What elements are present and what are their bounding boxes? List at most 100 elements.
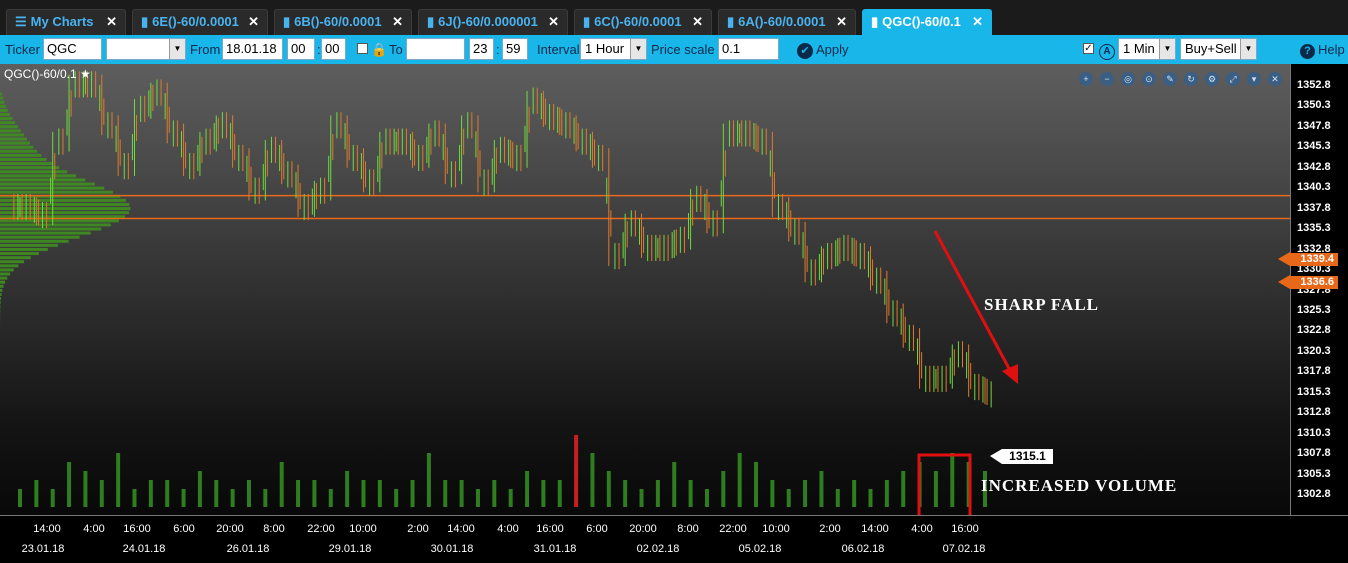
- volume-profile-bar: [0, 109, 8, 112]
- volume-profile-bar: [0, 273, 10, 276]
- volume-profile-bar: [0, 166, 59, 169]
- annotation-sharp-fall: SHARP FALL: [984, 295, 1099, 315]
- help-button[interactable]: ?Help: [1300, 35, 1345, 64]
- price-chart[interactable]: [0, 64, 1290, 515]
- options-checkbox[interactable]: ✓: [1083, 43, 1094, 54]
- y-tick-label: 1307.8: [1297, 447, 1331, 459]
- close-icon[interactable]: ✕: [392, 10, 403, 34]
- volume-bar: [100, 480, 104, 507]
- tab-6a[interactable]: ▮6A()-60/0.0001 ✕: [718, 9, 856, 35]
- volume-bar: [214, 480, 218, 507]
- apply-button[interactable]: ✔Apply: [797, 35, 849, 64]
- price-scale-input[interactable]: 0.1: [718, 38, 779, 60]
- zoom-in-icon[interactable]: +: [1079, 72, 1093, 86]
- draw-icon[interactable]: ✎: [1163, 72, 1177, 86]
- ticker-input[interactable]: QGC: [43, 38, 102, 60]
- volume-profile-bar: [0, 162, 52, 165]
- zoom-reset-icon[interactable]: ⊙: [1142, 72, 1156, 86]
- volume-bar: [852, 480, 856, 507]
- help-label: Help: [1318, 42, 1345, 57]
- x-date-label: 29.01.18: [329, 543, 372, 555]
- y-tick-label: 1325.3: [1297, 304, 1331, 316]
- volume-bar: [247, 480, 251, 507]
- chevron-down-icon: ▼: [630, 39, 646, 59]
- volume-profile-bar: [0, 223, 111, 226]
- close-icon[interactable]: ✕: [972, 10, 983, 34]
- y-tick-label: 1337.8: [1297, 202, 1331, 214]
- side-value: Buy+Sell: [1185, 41, 1237, 56]
- tab-6e[interactable]: ▮6E()-60/0.0001 ✕: [132, 9, 268, 35]
- from-date-input[interactable]: 18.01.18: [222, 38, 283, 60]
- x-tick-label: 10:00: [349, 523, 377, 535]
- volume-bar: [836, 489, 840, 507]
- volume-profile-bar: [0, 101, 4, 104]
- volume-profile-bar: [0, 133, 24, 136]
- ticker-select[interactable]: ▼: [106, 38, 186, 60]
- volume-profile-bar: [0, 281, 5, 284]
- close-icon[interactable]: ✕: [106, 10, 117, 34]
- timeframe-select[interactable]: 1 Min▼: [1118, 38, 1176, 60]
- lock-checkbox[interactable]: [357, 43, 368, 54]
- volume-bar: [721, 471, 725, 507]
- x-date-label: 31.01.18: [534, 543, 577, 555]
- chart-icon: ▮: [583, 10, 590, 34]
- settings-icon[interactable]: ⚙: [1205, 72, 1219, 86]
- ticker-label: Ticker: [5, 35, 40, 64]
- chevron-down-icon: ▼: [1240, 39, 1256, 59]
- volume-profile-bar: [0, 199, 126, 202]
- star-icon[interactable]: ★: [80, 67, 91, 81]
- auto-icon[interactable]: A: [1099, 35, 1115, 64]
- refresh-icon[interactable]: ↻: [1184, 72, 1198, 86]
- minimize-icon[interactable]: ▾: [1247, 72, 1261, 86]
- tab-qgc[interactable]: ▮QGC()-60/0.1 ✕: [862, 9, 992, 35]
- close-icon[interactable]: ✕: [692, 10, 703, 34]
- volume-bar: [394, 489, 398, 507]
- tab-6b[interactable]: ▮6B()-60/0.0001 ✕: [274, 9, 412, 35]
- close-icon[interactable]: ✕: [548, 10, 559, 34]
- close-icon[interactable]: ✕: [836, 10, 847, 34]
- tab-label: 6J()-60/0.000001: [438, 14, 538, 29]
- expand-icon[interactable]: ⤢: [1226, 72, 1240, 86]
- volume-bar: [312, 480, 316, 507]
- volume-bar: [182, 489, 186, 507]
- tab-6c[interactable]: ▮6C()-60/0.0001 ✕: [574, 9, 712, 35]
- interval-label: Interval: [537, 35, 580, 64]
- chart-area[interactable]: QGC()-60/0.1 ★ +−◎⊙✎↻⚙⤢▾✕ SHARP FALL INC…: [0, 64, 1290, 515]
- toolbar: Ticker QGC ▼ From 18.01.18 00 : 00 🔒 To …: [0, 35, 1348, 64]
- volume-bar: [476, 489, 480, 507]
- tab-label: My Charts: [31, 14, 94, 29]
- x-tick-label: 22:00: [719, 523, 747, 535]
- tab-label: QGC()-60/0.1: [882, 14, 961, 29]
- volume-bar: [590, 453, 594, 507]
- x-tick-label: 14:00: [447, 523, 475, 535]
- volume-profile-bar: [0, 105, 6, 108]
- y-tick-label: 1302.8: [1297, 488, 1331, 500]
- tab-my-charts[interactable]: ☰ My Charts ✕: [6, 9, 126, 35]
- tab-label: 6B()-60/0.0001: [294, 14, 381, 29]
- volume-profile-bar: [0, 138, 27, 141]
- zoom-out-icon[interactable]: −: [1100, 72, 1114, 86]
- volume-bar: [492, 480, 496, 507]
- x-tick-label: 4:00: [497, 523, 518, 535]
- from-hour-input[interactable]: 00: [287, 38, 315, 60]
- volume-profile-bar: [0, 232, 91, 235]
- close-icon[interactable]: ✕: [1268, 72, 1282, 86]
- volume-profile-bar: [0, 285, 4, 288]
- close-icon[interactable]: ✕: [248, 10, 259, 34]
- menu-icon: ☰: [15, 10, 27, 34]
- tab-6j[interactable]: ▮6J()-60/0.000001 ✕: [418, 9, 568, 35]
- zoom-fit-icon[interactable]: ◎: [1121, 72, 1135, 86]
- to-hour-input[interactable]: 23: [469, 38, 494, 60]
- symbol-label: QGC()-60/0.1 ★: [4, 67, 91, 81]
- volume-bar: [18, 489, 22, 507]
- y-tick-label: 1347.8: [1297, 120, 1331, 132]
- volume-bar: [198, 471, 202, 507]
- from-min-input[interactable]: 00: [321, 38, 346, 60]
- x-tick-label: 14:00: [33, 523, 61, 535]
- interval-select[interactable]: 1 Hour▼: [580, 38, 647, 60]
- x-tick-label: 16:00: [123, 523, 151, 535]
- side-select[interactable]: Buy+Sell▼: [1180, 38, 1257, 60]
- to-date-input[interactable]: [406, 38, 465, 60]
- volume-bar: [67, 462, 71, 507]
- to-min-input[interactable]: 59: [502, 38, 528, 60]
